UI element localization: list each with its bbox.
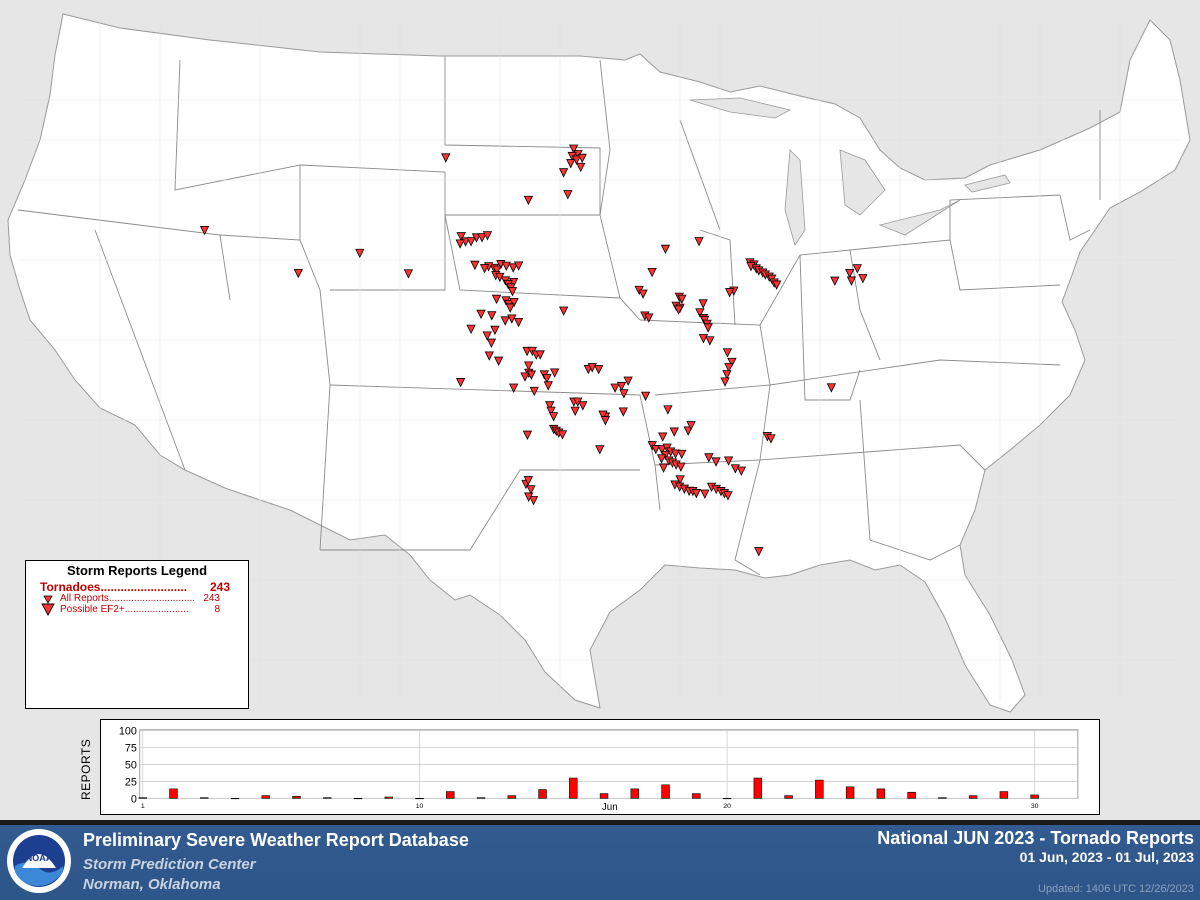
plot-frame — [139, 729, 1079, 799]
daily-reports-chart: 0 25 50 75 100 1 10 20 30 Jun — [100, 719, 1100, 815]
day-bar — [384, 796, 393, 799]
large-triangle-icon — [41, 603, 55, 616]
day-bar — [507, 795, 517, 799]
y-tick-label: 100 — [119, 726, 137, 738]
day-bar — [630, 788, 640, 799]
day-bar — [538, 789, 547, 799]
legend-ef2-label: Possible EF2+....................... — [60, 604, 189, 615]
day-bar — [200, 797, 209, 799]
chart-x-axis-label: Jun — [602, 802, 618, 813]
chart-x-ticks: 1 10 20 30 — [141, 803, 1039, 810]
y-tick-label: 25 — [125, 776, 137, 788]
legend-tornadoes-count: 243 — [209, 580, 230, 594]
day-bar — [968, 795, 978, 799]
legend-all-reports-label: All Reports.............................… — [60, 593, 196, 604]
day-bar — [476, 797, 486, 799]
footer-updated: Updated: 1406 UTC 12/26/2023 — [1038, 883, 1194, 895]
footer-report-title: National JUN 2023 - Tornado Reports — [877, 828, 1194, 848]
day-bar — [876, 788, 886, 799]
legend-title: Storm Reports Legend — [66, 563, 208, 578]
noaa-logo-text: NOAA — [26, 853, 53, 863]
footer-org-location: Norman, Oklahoma — [83, 876, 221, 893]
day-bar — [661, 784, 670, 799]
x-tick-label: 30 — [1031, 803, 1039, 810]
day-bar — [784, 795, 793, 799]
chart-y-ticks: 0 25 50 75 100 — [119, 726, 137, 806]
day-bar — [261, 795, 270, 799]
day-bar — [446, 791, 455, 799]
day-bar — [845, 786, 855, 799]
legend-all-reports-count: 243 — [203, 593, 220, 604]
legend-ef2-count: 8 — [214, 604, 220, 615]
y-tick-label: 75 — [125, 743, 137, 755]
day-bar — [907, 791, 916, 799]
x-tick-label: 10 — [416, 803, 424, 810]
day-bar — [323, 797, 332, 799]
day-bar — [753, 777, 763, 799]
x-tick-label: 20 — [723, 803, 731, 810]
footer-org-name: Storm Prediction Center — [83, 856, 256, 873]
x-tick-label: 1 — [141, 803, 145, 810]
day-bar — [599, 793, 609, 799]
noaa-logo: NOAA — [7, 829, 71, 893]
legend-tornadoes-label: Tornadoes.......................... — [40, 580, 188, 594]
day-bar — [569, 777, 578, 799]
footer-title: Preliminary Severe Weather Report Databa… — [83, 830, 469, 850]
legend: Storm Reports Legend Tornadoes..........… — [25, 560, 249, 709]
footer: NOAA Preliminary Severe Weather Report D… — [0, 820, 1200, 900]
day-bar — [138, 797, 147, 799]
y-tick-label: 0 — [131, 793, 137, 805]
day-bar — [999, 791, 1009, 799]
chart-grid — [139, 729, 1079, 799]
chart-y-axis-label: REPORTS — [79, 738, 93, 800]
day-bar — [292, 796, 301, 799]
day-bar — [169, 788, 178, 799]
footer-date-range: 01 Jun, 2023 - 01 Jul, 2023 — [1019, 849, 1194, 865]
footer-top-rule — [0, 820, 1200, 825]
day-bar — [1030, 794, 1039, 799]
day-bar — [938, 797, 947, 799]
day-bar — [815, 779, 824, 799]
day-bar — [692, 793, 701, 799]
y-tick-label: 50 — [125, 759, 137, 771]
